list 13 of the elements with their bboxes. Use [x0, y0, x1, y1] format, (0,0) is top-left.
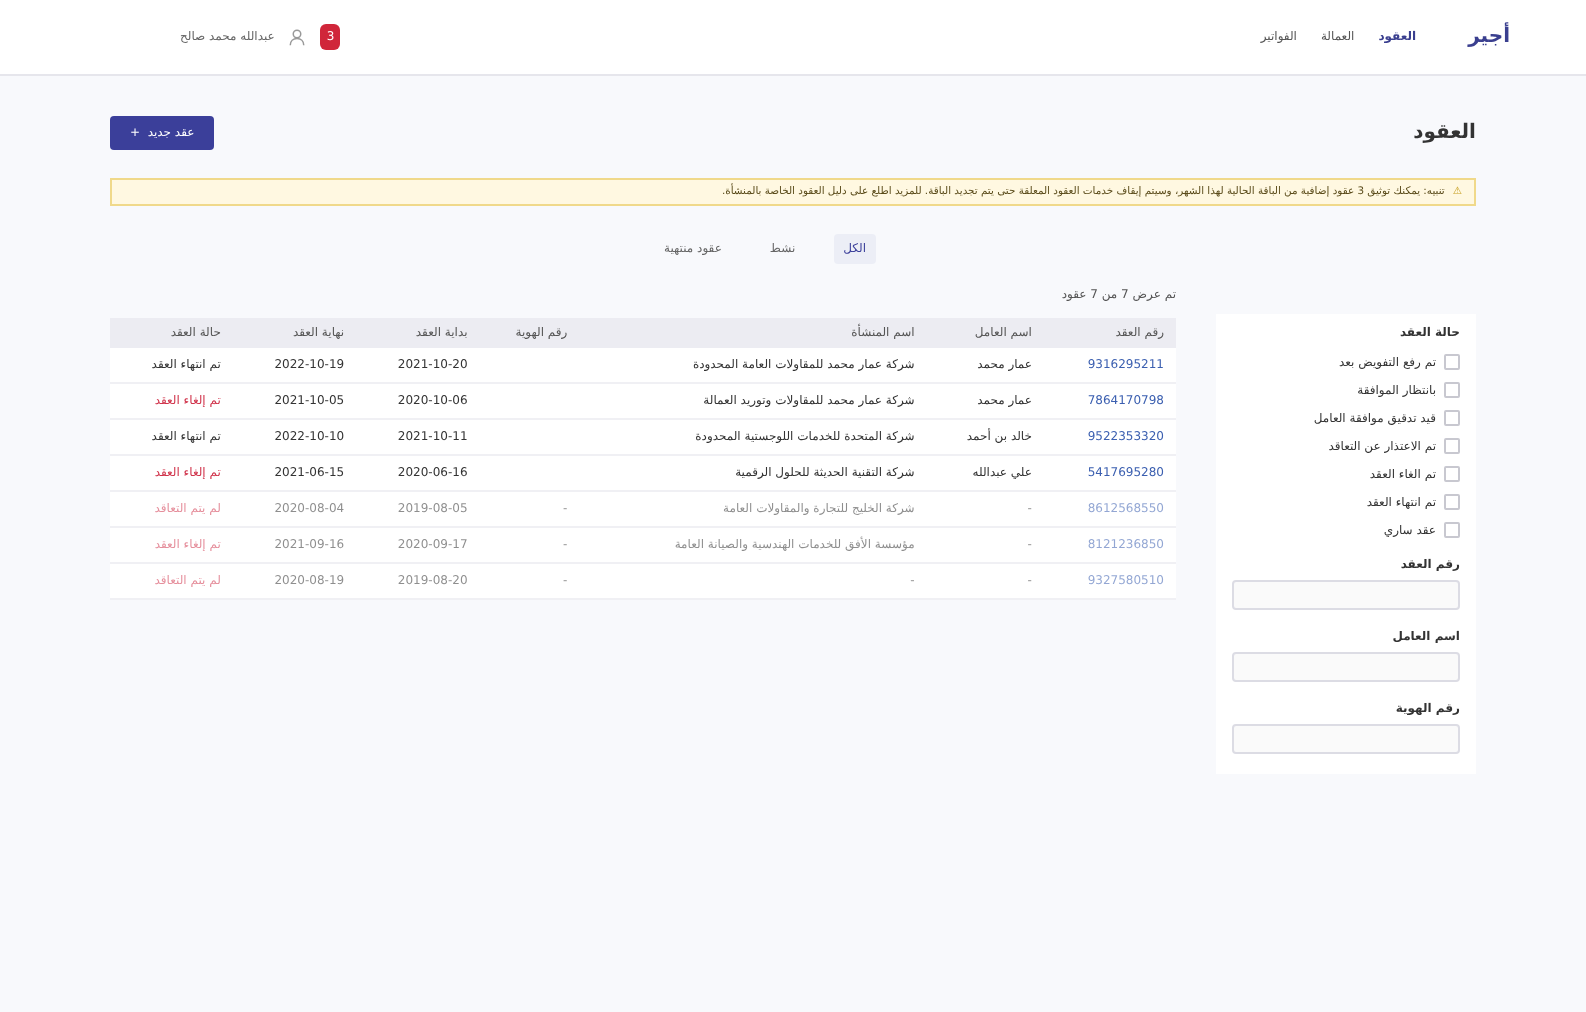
checkbox[interactable] [1444, 354, 1460, 370]
input-field[interactable] [1232, 652, 1460, 682]
input-field[interactable] [1232, 724, 1460, 754]
checkbox[interactable] [1444, 466, 1460, 482]
input-field[interactable] [1232, 580, 1460, 610]
user-icon[interactable] [288, 28, 307, 46]
checkbox[interactable] [1444, 494, 1460, 510]
checkbox[interactable] [1444, 410, 1460, 426]
page-title: العقود [1413, 122, 1476, 144]
checkbox[interactable] [1444, 382, 1460, 398]
logo[interactable]: أجير [1468, 26, 1510, 48]
checkbox[interactable] [1444, 438, 1460, 454]
checkbox[interactable] [1444, 522, 1460, 538]
